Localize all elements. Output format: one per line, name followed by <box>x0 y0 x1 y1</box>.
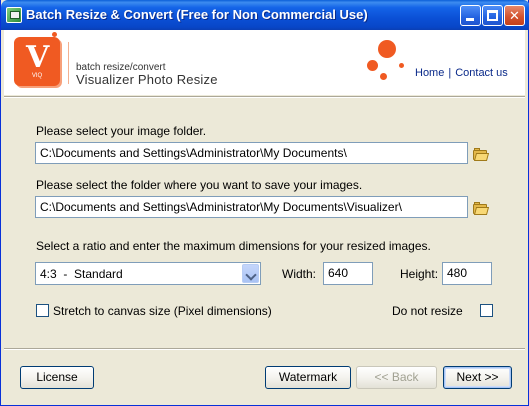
maximize-button[interactable] <box>482 5 503 26</box>
chevron-down-icon[interactable] <box>242 264 259 283</box>
source-folder-label: Please select your image folder. <box>36 124 207 138</box>
license-button[interactable]: License <box>20 366 94 389</box>
contact-link[interactable]: Contact us <box>455 67 508 79</box>
stretch-label[interactable]: Stretch to canvas size (Pixel dimensions… <box>53 304 272 318</box>
destination-folder-label: Please select the folder where you want … <box>36 178 363 192</box>
decor-circle-tiny <box>399 63 404 68</box>
source-folder-browse-icon[interactable] <box>473 148 490 162</box>
app-window: Batch Resize & Convert (Free for Non Com… <box>0 0 529 406</box>
header-divider <box>4 96 525 98</box>
height-label: Height: <box>400 267 439 281</box>
logo-subtext: VIQ <box>31 73 43 79</box>
link-separator: | <box>448 67 452 79</box>
next-button[interactable]: Next >> <box>443 366 512 389</box>
width-input[interactable]: 640 <box>323 262 373 285</box>
close-button[interactable]: ✕ <box>504 5 525 26</box>
destination-folder-input[interactable]: C:\Documents and Settings\Administrator\… <box>35 196 468 218</box>
maximize-icon <box>487 10 498 21</box>
window-title: Batch Resize & Convert (Free for Non Com… <box>26 7 368 22</box>
do-not-resize-label[interactable]: Do not resize <box>392 304 463 318</box>
height-input[interactable]: 480 <box>442 262 492 285</box>
banner-title: Visualizer Photo Resize <box>76 72 218 87</box>
close-icon: ✕ <box>509 8 520 23</box>
decor-circle-medium <box>367 60 378 71</box>
back-button[interactable]: << Back <box>356 366 437 389</box>
title-bar[interactable]: Batch Resize & Convert (Free for Non Com… <box>1 0 529 30</box>
header-banner: V VIQ batch resize/convert Visualizer Ph… <box>4 30 525 95</box>
decor-circle-small <box>380 73 387 80</box>
app-logo: V VIQ <box>14 37 60 86</box>
header-links: Home | Contact us <box>415 67 508 79</box>
footer-divider <box>4 348 525 350</box>
ratio-select[interactable]: 4:3 - Standard <box>35 262 261 285</box>
destination-folder-browse-icon[interactable] <box>473 202 490 216</box>
app-icon <box>6 7 22 23</box>
decor-circle-large <box>378 40 396 58</box>
do-not-resize-checkbox[interactable] <box>480 304 493 317</box>
logo-dot <box>52 32 57 37</box>
logo-letter: V <box>26 40 50 75</box>
stretch-checkbox[interactable] <box>36 304 49 317</box>
ratio-label: Select a ratio and enter the maximum dim… <box>36 239 431 253</box>
width-label: Width: <box>282 267 317 281</box>
minimize-icon <box>466 18 474 21</box>
home-link[interactable]: Home <box>415 67 444 79</box>
watermark-button[interactable]: Watermark <box>265 366 351 389</box>
source-folder-input[interactable]: C:\Documents and Settings\Administrator\… <box>35 142 468 164</box>
ratio-selected-value: 4:3 - Standard <box>40 267 123 281</box>
minimize-button[interactable] <box>460 5 481 26</box>
logo-divider <box>68 42 69 84</box>
